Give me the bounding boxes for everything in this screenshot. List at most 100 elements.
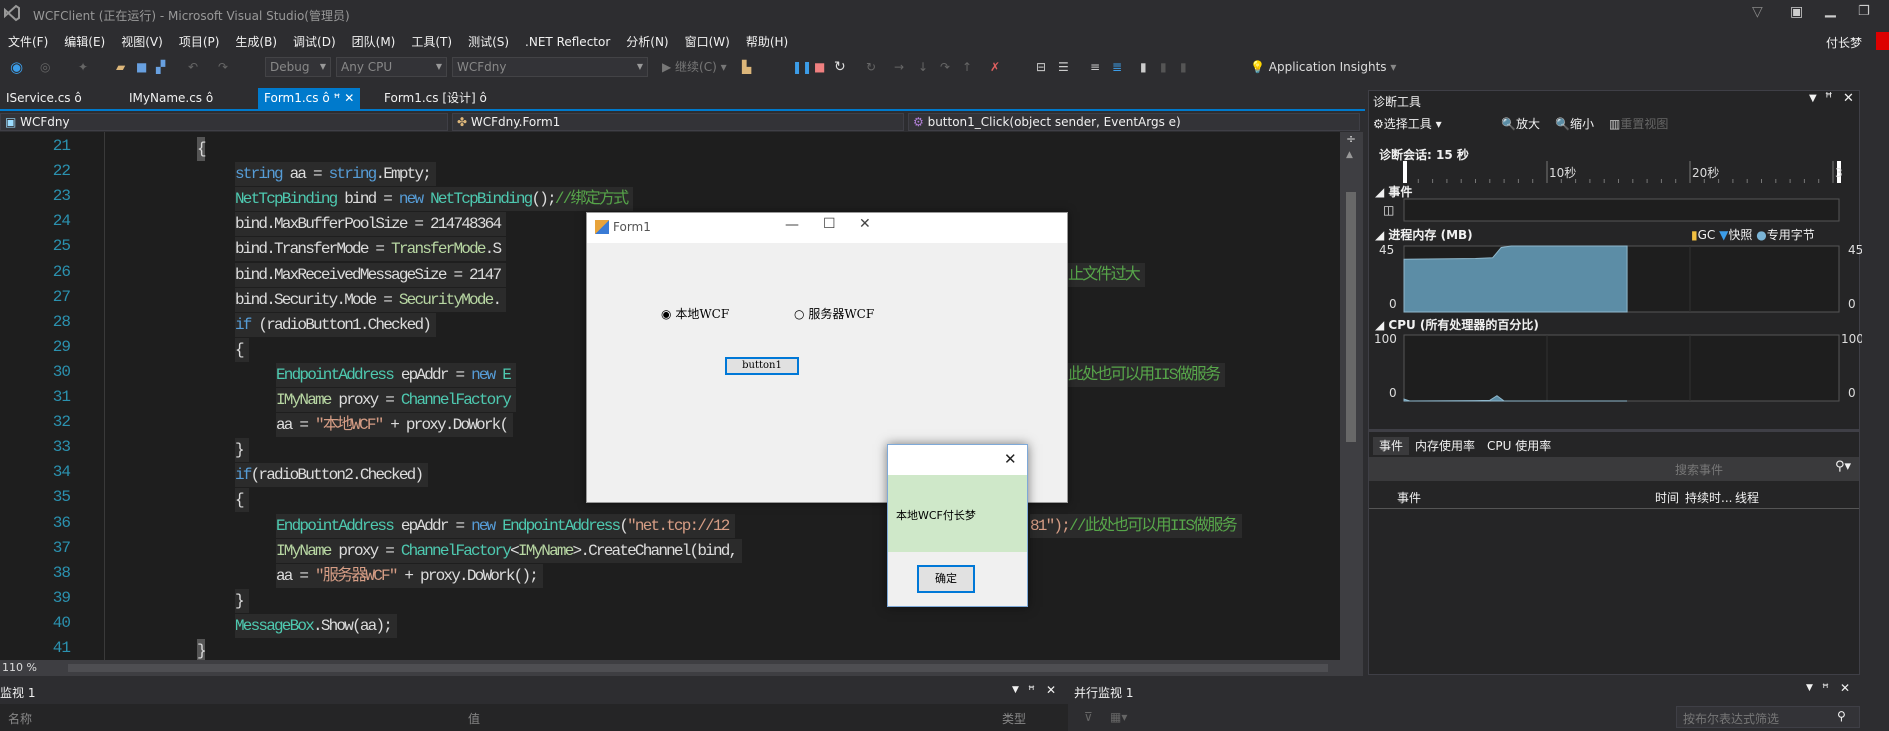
radio-local-wcf[interactable]: ◉ 本地WCF — [661, 305, 729, 322]
continue-button[interactable]: ▶ 继续(C) ▾ — [662, 57, 727, 77]
restart-icon[interactable]: ↻ — [834, 57, 846, 77]
events-column[interactable]: 线程 — [1735, 489, 1759, 506]
zoom-level[interactable]: 110 % — [2, 661, 37, 674]
menu-item[interactable]: 分析(N) — [618, 30, 676, 53]
menu-item[interactable]: 测试(S) — [460, 30, 517, 53]
diag-tab[interactable]: CPU 使用率 — [1481, 437, 1557, 455]
member-dropdown[interactable]: ⚙ button1_Click(object sender, EventArgs… — [908, 113, 1360, 131]
maximize-icon[interactable]: ☐ — [823, 216, 836, 232]
column-value[interactable]: 值 — [468, 710, 480, 727]
pause-icon[interactable]: ❚❚ — [792, 57, 812, 77]
menu-item[interactable]: 帮助(H) — [738, 30, 796, 53]
tab-form1-cs[interactable]: Form1.cs ô ꟸ ✕ — [258, 88, 361, 109]
column-type[interactable]: 类型 — [1002, 710, 1026, 727]
menu-item[interactable]: 编辑(E) — [56, 30, 113, 53]
stop-icon[interactable]: ■ — [814, 57, 825, 77]
new-project-icon[interactable]: ✦ — [78, 57, 88, 77]
pin-icon[interactable]: ꟸ — [1028, 683, 1035, 697]
close-icon[interactable]: ✕ — [1046, 683, 1056, 697]
menu-item[interactable]: 项目(P) — [171, 30, 228, 53]
hscroll-thumb[interactable] — [68, 664, 1328, 672]
column-name[interactable]: 名称 — [8, 710, 32, 727]
platform-select[interactable]: Any CPU ▼ — [336, 57, 447, 77]
dropdown-icon[interactable]: ▼ — [1012, 685, 1019, 695]
filter-icon[interactable]: ⊽ — [1084, 710, 1093, 724]
app-insights-button[interactable]: 💡 Application Insights ▾ — [1250, 57, 1396, 77]
radio-server-wcf[interactable]: ○ 服务器WCF — [794, 305, 874, 322]
step-out-icon[interactable]: ↑ — [962, 57, 972, 77]
events-column[interactable]: 事件 — [1397, 489, 1421, 506]
save-all-icon[interactable]: ▞ — [156, 57, 165, 77]
horizontal-scrollbar[interactable]: 110 % — [0, 660, 1363, 676]
menu-item[interactable]: 工具(T) — [403, 30, 460, 53]
startup-project-select[interactable]: WCFdny ▼ — [452, 57, 648, 77]
close-icon[interactable]: ✕ — [1004, 450, 1017, 468]
search-events-input[interactable]: 搜索事件 — [1675, 461, 1723, 478]
menu-item[interactable]: 生成(B) — [227, 30, 285, 53]
search-icon[interactable]: ⚲ — [1837, 709, 1846, 723]
events-column[interactable]: 时间 — [1655, 489, 1679, 506]
close-icon[interactable]: ✕ — [1840, 681, 1850, 695]
events-column[interactable]: 持续时... — [1685, 489, 1732, 506]
feedback-icon[interactable]: ▣ — [1790, 4, 1803, 20]
step-over-icon[interactable]: ↷ — [940, 57, 950, 77]
tab-iservice-cs[interactable]: IService.cs ô — [0, 88, 88, 109]
align-icon[interactable]: ⊟ — [1036, 57, 1046, 77]
dropdown-icon[interactable]: ▼ — [1806, 683, 1813, 693]
diag-tab[interactable]: 事件 — [1373, 437, 1410, 455]
minimize-icon[interactable]: — — [785, 217, 799, 233]
scrollbar-thumb[interactable] — [1346, 192, 1356, 442]
filter-expression-input[interactable]: 按布尔表达式筛选 ⚲ — [1676, 706, 1860, 728]
code-token: } — [235, 441, 245, 460]
uncomment-icon[interactable]: ≣ — [1112, 57, 1122, 77]
user-name[interactable]: 付长梦 — [1826, 34, 1862, 51]
restore-icon[interactable]: ❐ — [1858, 4, 1870, 19]
button1[interactable]: button1 — [725, 357, 799, 375]
back-icon[interactable]: ◉ — [10, 57, 23, 77]
pin-icon[interactable]: ꟸ — [1822, 681, 1829, 695]
menu-item[interactable]: .NET Reflector — [517, 32, 618, 52]
menu-item[interactable]: 团队(M) — [344, 30, 404, 53]
minimize-icon[interactable]: ▁ — [1825, 2, 1836, 18]
scroll-up-icon[interactable]: ▲ — [1346, 150, 1353, 160]
splitter[interactable] — [1369, 429, 1859, 432]
ok-button[interactable]: 确定 — [917, 565, 975, 593]
diagnostic-charts[interactable]: 10秒 20秒 3 — [1369, 91, 1861, 431]
menu-item[interactable]: 窗口(W) — [677, 30, 738, 53]
next-bookmark-icon[interactable]: ▮ — [1180, 57, 1187, 77]
redo-icon[interactable]: ↷ — [218, 57, 228, 77]
vertical-scrollbar[interactable]: ÷ ▲ — [1340, 132, 1363, 660]
menu-item[interactable]: 视图(V) — [113, 30, 171, 53]
open-file-icon[interactable]: ▰ — [116, 57, 125, 77]
split-icon[interactable]: ÷ — [1346, 132, 1356, 146]
save-icon[interactable]: ■ — [136, 57, 147, 77]
pin-icon[interactable]: ꟸ — [330, 91, 341, 105]
hot-reload-icon[interactable]: ↻ — [866, 57, 876, 77]
diag-tab[interactable]: 内存使用率 — [1409, 437, 1481, 455]
breakpoints-icon[interactable]: ✗ — [990, 57, 1000, 77]
project-dropdown[interactable]: ▣ WCFdny — [0, 113, 448, 131]
class-dropdown[interactable]: ✤ WCFdny.Form1 — [452, 113, 904, 131]
side-tool-strip[interactable] — [1862, 88, 1889, 678]
show-next-statement-icon[interactable]: → — [894, 57, 904, 77]
undo-icon[interactable]: ↶ — [188, 57, 198, 77]
tab-form1-cs-[interactable]: Form1.cs [设计] ô — [378, 88, 493, 109]
close-icon[interactable]: ✕ — [859, 216, 871, 232]
comment-icon[interactable]: ≡ — [1090, 57, 1100, 77]
bookmark-icon[interactable]: ▮ — [1140, 57, 1147, 77]
user-avatar[interactable] — [1876, 32, 1889, 50]
prev-bookmark-icon[interactable]: ▮ — [1160, 57, 1167, 77]
process-icon[interactable]: ▙ — [742, 57, 751, 77]
forward-icon[interactable]: ◎ — [40, 57, 50, 77]
close-icon[interactable]: ✕ — [340, 91, 354, 105]
outline-icon[interactable]: ☰ — [1058, 57, 1069, 77]
step-into-icon[interactable]: ↓ — [918, 57, 928, 77]
events-toggle-icon[interactable]: ◫ — [1383, 203, 1394, 217]
configuration-select[interactable]: Debug ▼ — [265, 57, 331, 77]
tab-imyname-cs[interactable]: IMyName.cs ô — [123, 88, 219, 109]
columns-icon[interactable]: ▦▾ — [1110, 710, 1127, 724]
menu-item[interactable]: 调试(D) — [285, 30, 344, 53]
filter-icon[interactable]: ▽ — [1752, 4, 1763, 20]
menu-item[interactable]: 文件(F) — [0, 30, 56, 53]
search-icon[interactable]: ⚲▾ — [1835, 459, 1851, 474]
